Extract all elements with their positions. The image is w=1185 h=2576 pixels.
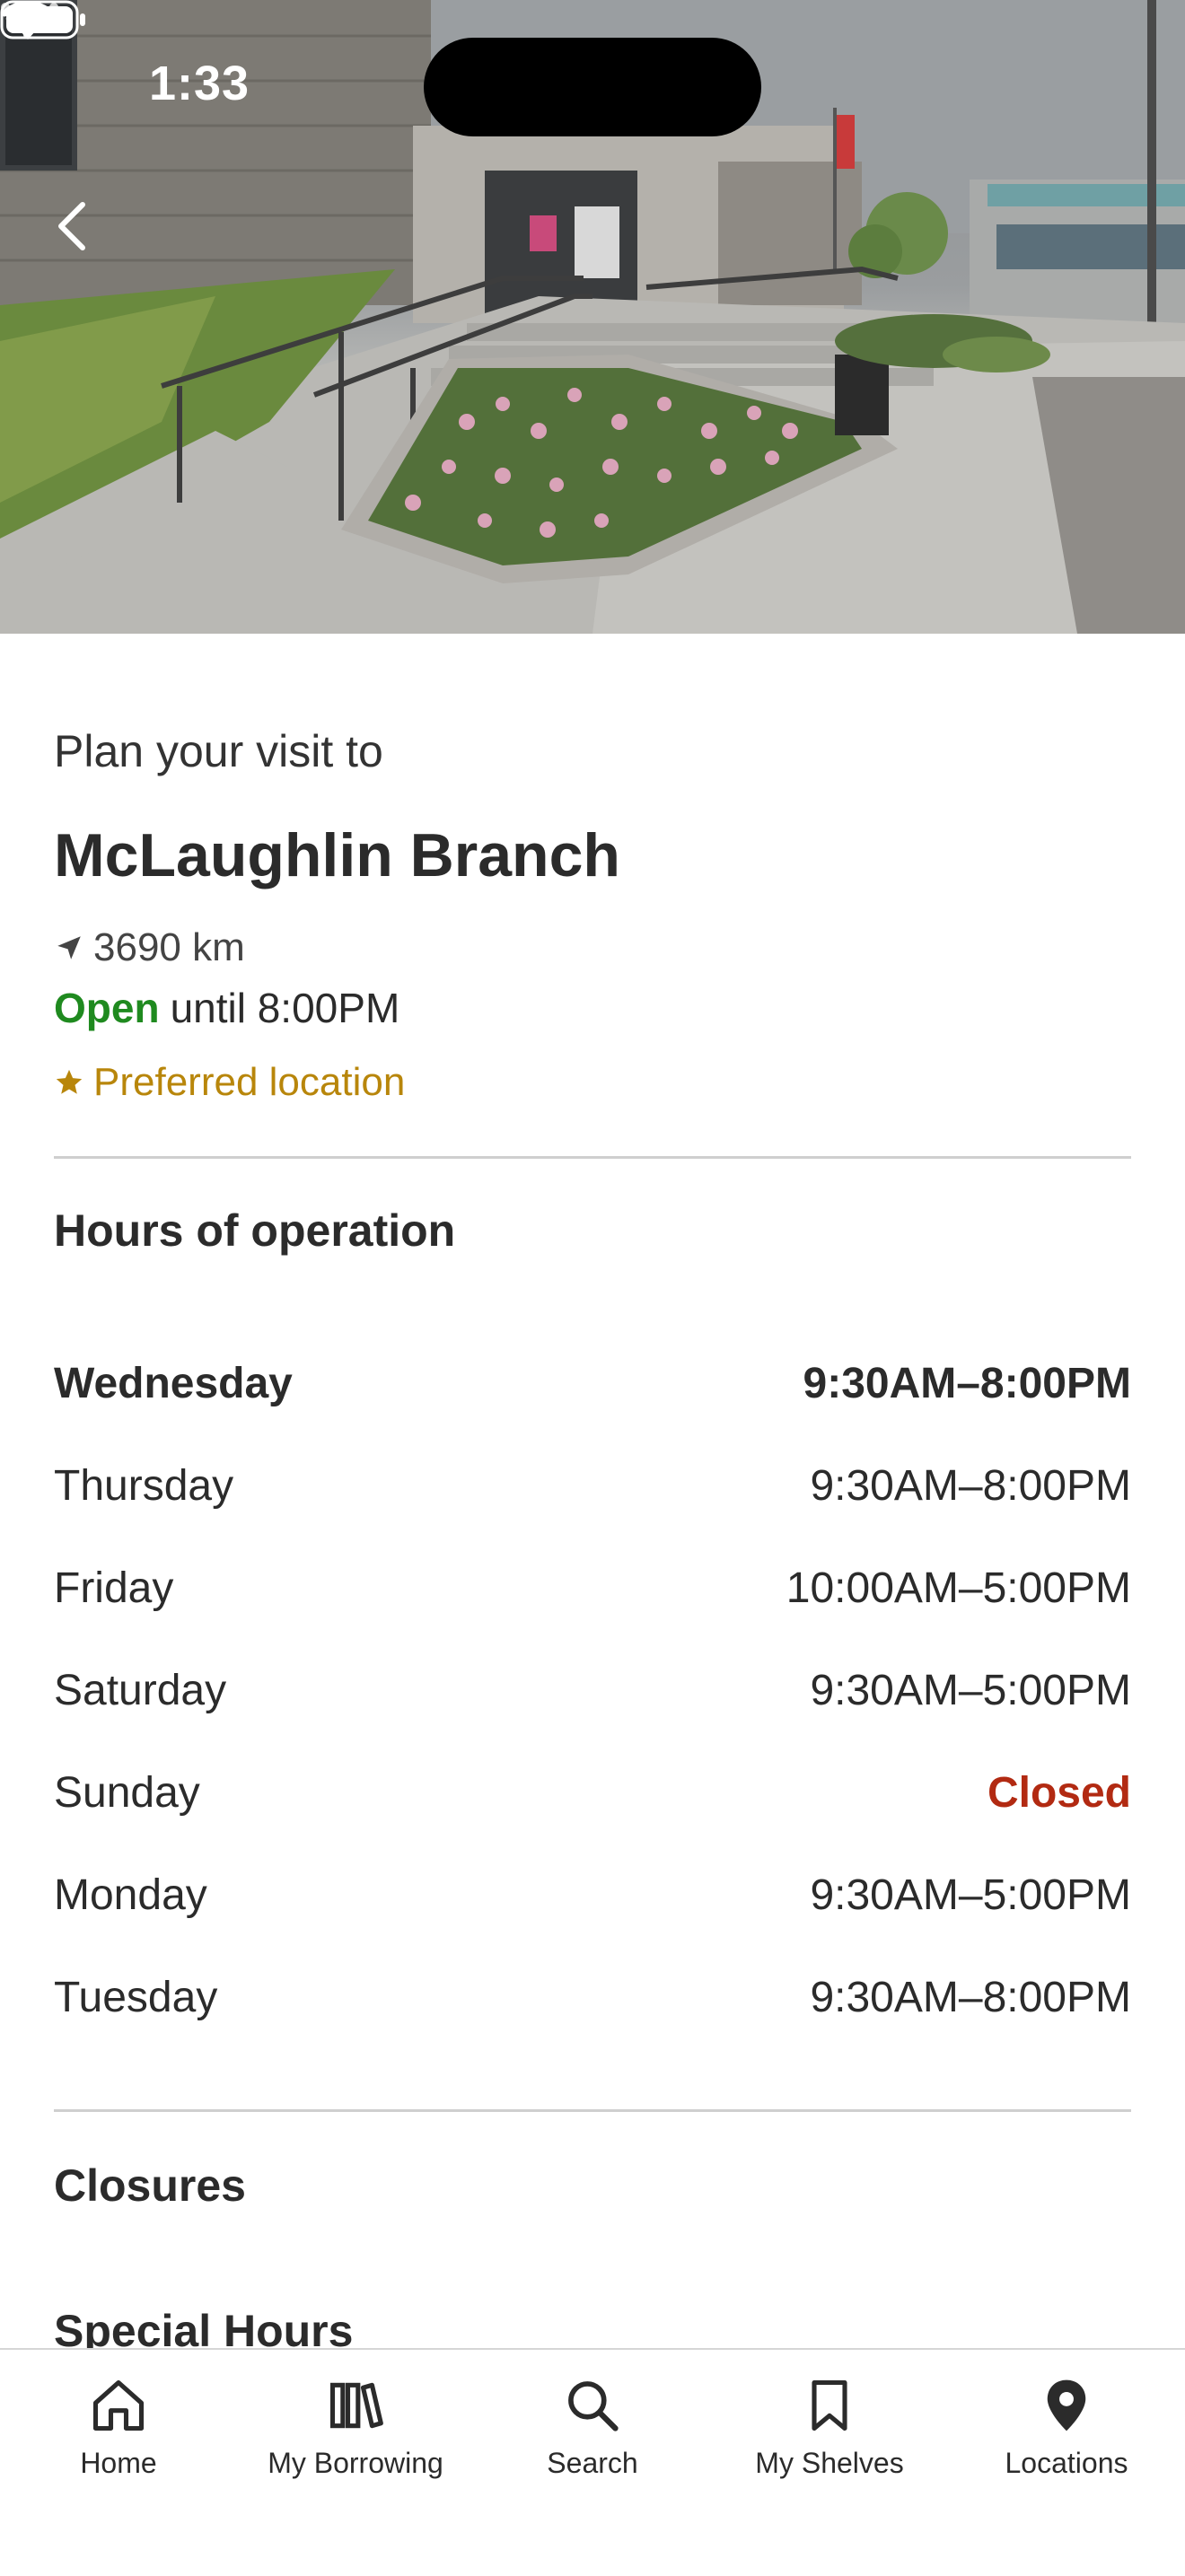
hours-time: 9:30AM–8:00PM xyxy=(810,1461,1131,1510)
open-until-text: until 8:00PM xyxy=(170,985,400,1031)
divider xyxy=(54,1156,1131,1159)
hours-row-tuesday: Tuesday 9:30AM–8:00PM xyxy=(54,1946,1131,2048)
hours-day: Tuesday xyxy=(54,1973,218,2021)
status-bar: 1:33 xyxy=(0,0,1185,171)
preferred-location-label: Preferred location xyxy=(93,1060,406,1104)
hours-row-friday: Friday 10:00AM–5:00PM xyxy=(54,1537,1131,1639)
hours-day: Wednesday xyxy=(54,1359,293,1407)
hours-time: 9:30AM–8:00PM xyxy=(803,1359,1131,1407)
bookmark-icon xyxy=(812,2379,847,2431)
star-icon xyxy=(56,1069,83,1094)
hours-row-thursday: Thursday 9:30AM–8:00PM xyxy=(54,1434,1131,1537)
search-icon xyxy=(568,2381,619,2431)
tab-label: Home xyxy=(80,2447,157,2479)
hours-time: 9:30AM–5:00PM xyxy=(810,1871,1131,1919)
location-arrow-icon xyxy=(57,936,81,959)
chevron-left-icon xyxy=(58,202,85,250)
hours-day: Friday xyxy=(54,1564,174,1612)
divider xyxy=(54,2109,1131,2112)
tab-home[interactable]: Home xyxy=(0,2350,237,2511)
hours-row-monday: Monday 9:30AM–5:00PM xyxy=(54,1844,1131,1946)
bottom-tab-bar: Home My Borrowing Search My Shelves Loca… xyxy=(0,2348,1185,2576)
hours-day: Thursday xyxy=(54,1461,234,1510)
hours-row-saturday: Saturday 9:30AM–5:00PM xyxy=(54,1639,1131,1741)
tab-my-borrowing[interactable]: My Borrowing xyxy=(237,2350,474,2511)
hours-day: Monday xyxy=(54,1871,207,1919)
open-status-badge: Open xyxy=(54,985,160,1031)
tab-locations[interactable]: Locations xyxy=(948,2350,1185,2511)
page-subtitle: Plan your visit to xyxy=(54,726,383,776)
hours-time-closed: Closed xyxy=(987,1768,1131,1817)
hours-list: Wednesday 9:30AM–8:00PM Thursday 9:30AM–… xyxy=(54,1332,1131,2048)
page-title: McLaughlin Branch xyxy=(54,821,620,889)
distance-text: 3690 km xyxy=(93,925,245,969)
tab-label: My Shelves xyxy=(755,2447,904,2479)
tab-label: My Borrowing xyxy=(268,2447,443,2479)
hours-time: 9:30AM–5:00PM xyxy=(810,1666,1131,1714)
battery-icon xyxy=(0,0,85,39)
tab-label: Locations xyxy=(1005,2447,1128,2479)
hours-heading: Hours of operation xyxy=(54,1205,456,1256)
status-time: 1:33 xyxy=(149,57,250,110)
location-pin-icon xyxy=(1047,2379,1086,2431)
hours-day: Sunday xyxy=(54,1768,200,1817)
preferred-location-toggle[interactable]: Preferred location xyxy=(54,1060,405,1105)
branch-photo: 1:33 xyxy=(0,0,1185,634)
distance-row: 3690 km xyxy=(54,923,245,973)
hours-time: 10:00AM–5:00PM xyxy=(786,1564,1131,1612)
hours-time: 9:30AM–8:00PM xyxy=(810,1973,1131,2021)
tab-search[interactable]: Search xyxy=(474,2350,711,2511)
books-icon xyxy=(329,2382,383,2429)
closures-heading: Closures xyxy=(54,2160,246,2211)
dynamic-island xyxy=(424,38,761,136)
hours-day: Saturday xyxy=(54,1666,227,1714)
home-icon xyxy=(92,2379,145,2431)
hours-row-sunday: Sunday Closed xyxy=(54,1741,1131,1844)
tab-label: Search xyxy=(547,2447,638,2479)
open-status-row: Open until 8:00PM xyxy=(54,984,399,1032)
back-button[interactable] xyxy=(43,188,101,264)
tab-my-shelves[interactable]: My Shelves xyxy=(711,2350,948,2511)
hours-row-wednesday: Wednesday 9:30AM–8:00PM xyxy=(54,1332,1131,1434)
